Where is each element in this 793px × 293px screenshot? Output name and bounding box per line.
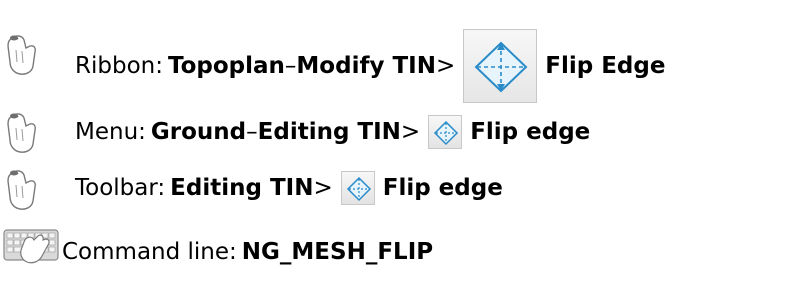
flip-edge-toolbar-button[interactable] [340,171,375,205]
ribbon-arrow: > [435,53,456,79]
flip-edge-icon [474,41,528,93]
ribbon-prefix: Ribbon: [75,53,163,79]
command-line-instruction-text: Command line: NG_MESH_FLIP [62,234,433,270]
command-line-instruction-row: Command line: NG_MESH_FLIP [0,222,793,272]
menu-dash: – [246,119,258,145]
mouse-hand-icon [7,113,36,153]
toolbar-name: Editing TIN [170,175,314,201]
menu-arrow: > [400,119,421,145]
flip-edge-toolbar-label: Flip edge [382,175,503,201]
command-name: NG_MESH_FLIP [241,239,434,265]
flip-edge-menu-item: Flip edge [470,119,591,145]
ribbon-tab-name: Topoplan [167,53,285,79]
mouse-hand-icon [7,35,36,75]
flip-edge-command-name: Flip Edge [545,53,666,79]
flip-edge-menu-icon-button[interactable] [428,115,463,149]
ribbon-panel-name: Modify TIN [296,53,436,79]
toolbar-arrow: > [313,175,333,201]
menu-instruction-row: Menu: Ground – Editing TIN > Flip edge [0,106,793,156]
menu-prefix: Menu: [75,119,146,145]
command-line-prefix: Command line: [62,239,237,265]
flip-edge-icon [434,120,459,146]
mouse-hand-icon [7,170,36,210]
submenu-name: Editing TIN [257,119,401,145]
keyboard-hand-icon [3,229,59,264]
menu-name: Ground [150,119,247,145]
toolbar-prefix: Toolbar: [75,175,166,201]
toolbar-instruction-row: Toolbar: Editing TIN > Flip edge [0,163,793,213]
ribbon-dash: – [284,53,297,79]
flip-edge-ribbon-button[interactable] [463,29,538,103]
ribbon-instruction-text: Ribbon: Topoplan – Modify TIN > Flip Edg… [75,26,665,106]
menu-instruction-text: Menu: Ground – Editing TIN > Flip edge [75,114,590,150]
ribbon-instruction-row: Ribbon: Topoplan – Modify TIN > Flip Edg… [0,12,793,103]
flip-edge-icon [346,176,371,202]
toolbar-instruction-text: Toolbar: Editing TIN > Flip edge [75,170,503,206]
